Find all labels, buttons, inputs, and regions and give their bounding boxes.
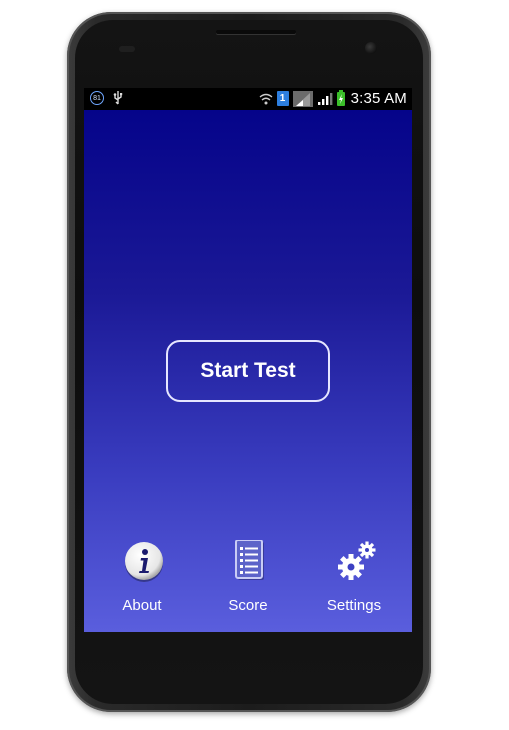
usb-icon: [113, 91, 123, 105]
nav-score-label: Score: [228, 597, 268, 614]
network-signal-icon: [292, 90, 313, 107]
start-test-button[interactable]: Start Test: [166, 340, 330, 402]
gears-icon: [338, 541, 376, 580]
earpiece-speaker: [216, 30, 296, 34]
cell-signal-icon: [317, 92, 332, 105]
phone-screen: 81 1 3:35 AM Start Test About Score Sett…: [84, 88, 412, 632]
status-right-group: 1 3:35 AM: [259, 89, 407, 107]
nav-settings-label: Settings: [326, 597, 382, 614]
battery-charging-icon: [336, 89, 345, 106]
bottom-nav: About Score Settings: [84, 540, 412, 630]
proximity-sensor: [119, 46, 135, 52]
nav-about[interactable]: About: [92, 540, 192, 630]
app-main: Start Test About Score Settings: [84, 110, 412, 632]
notification-badge-icon: 81: [90, 91, 104, 105]
nav-settings[interactable]: Settings: [304, 540, 404, 630]
status-bar: 81 1 3:35 AM: [84, 88, 412, 110]
sim-indicator-icon: 1: [276, 91, 289, 106]
status-left-group: 81: [90, 91, 124, 105]
wifi-signal-icon: [259, 93, 273, 104]
front-camera: [365, 42, 377, 54]
status-time: 3:35 AM: [350, 90, 407, 107]
info-icon: [125, 542, 163, 582]
nav-about-label: About: [122, 597, 162, 614]
score-list-icon: [235, 540, 264, 580]
nav-score[interactable]: Score: [198, 540, 298, 630]
